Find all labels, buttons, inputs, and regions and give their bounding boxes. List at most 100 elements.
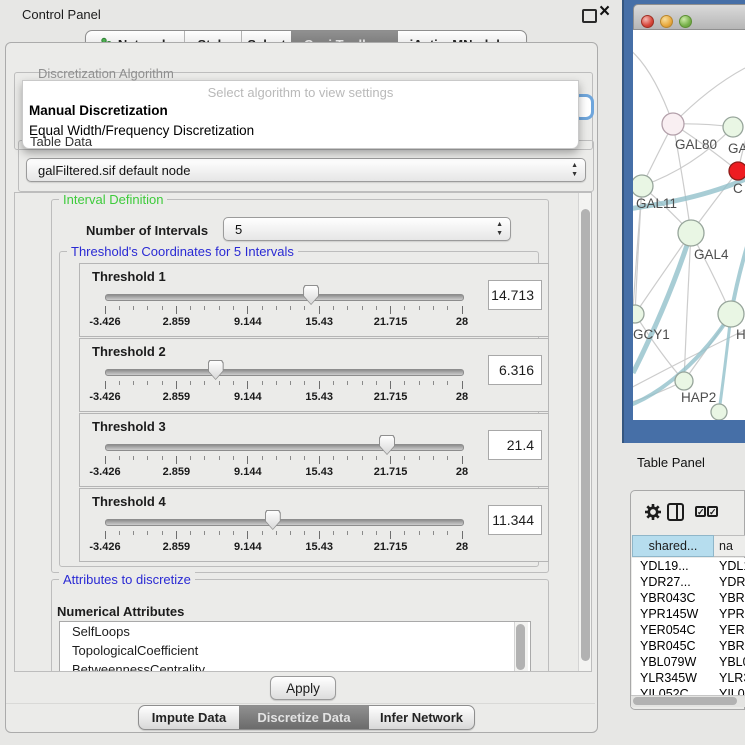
threshold-slider-thumb[interactable] bbox=[208, 360, 224, 380]
threshold-slider-thumb[interactable] bbox=[265, 510, 281, 530]
settings-scrollbar-thumb[interactable] bbox=[581, 209, 590, 661]
combo-stepper-icon: ▲▼ bbox=[571, 161, 578, 179]
network-node[interactable] bbox=[723, 117, 743, 137]
network-node[interactable] bbox=[718, 301, 744, 327]
network-node[interactable] bbox=[662, 113, 684, 135]
name-cell: YDR2 bbox=[719, 574, 745, 590]
tab-discretize-data[interactable]: Discretize Data bbox=[239, 706, 369, 729]
numerical-attribute-item[interactable]: SelfLoops bbox=[60, 622, 530, 641]
slider-ticks bbox=[105, 306, 462, 315]
thresholds-group-title: Threshold's Coordinates for 5 Intervals bbox=[67, 244, 298, 259]
algorithm-option[interactable]: Manual Discretization bbox=[29, 103, 168, 118]
name-cell: YER0 bbox=[719, 622, 745, 638]
float-window-icon[interactable] bbox=[582, 9, 597, 23]
threshold-slider-track[interactable] bbox=[105, 294, 464, 301]
shared-name-cell: YDR27... bbox=[640, 574, 691, 590]
numerical-attribute-item[interactable]: TopologicalCoefficient bbox=[60, 641, 530, 660]
name-cell: YBR0 bbox=[719, 590, 745, 606]
table-row[interactable]: YLR345WYLR3 bbox=[632, 670, 745, 686]
network-node[interactable] bbox=[633, 305, 644, 323]
table-data-group-title: Table Data bbox=[26, 134, 96, 149]
network-edge[interactable] bbox=[633, 186, 642, 410]
table-data-combo[interactable]: galFiltered.sif default node ▲▼ bbox=[26, 158, 586, 182]
split-columns-icon[interactable] bbox=[667, 503, 684, 521]
name-cell: YBL0 bbox=[719, 654, 745, 670]
table-hscrollbar-thumb[interactable] bbox=[633, 697, 737, 705]
network-edge[interactable] bbox=[635, 314, 684, 381]
number-of-intervals-combo[interactable]: 5 ▲▼ bbox=[223, 217, 511, 241]
threshold-box: Threshold 3-3.4262.8599.14415.4321.71528… bbox=[79, 413, 549, 487]
attributes-list-scrollbar-thumb[interactable] bbox=[516, 624, 525, 670]
number-of-intervals-value: 5 bbox=[235, 222, 242, 237]
threshold-slider-thumb[interactable] bbox=[379, 435, 395, 455]
close-traffic-light[interactable] bbox=[641, 15, 654, 28]
tab-label: Infer Network bbox=[380, 710, 463, 725]
name-cell: YBR0 bbox=[719, 638, 745, 654]
network-edge[interactable] bbox=[673, 68, 745, 124]
shared-name-cell: YBR045C bbox=[640, 638, 696, 654]
table-row[interactable]: YPR145WYPR1 bbox=[632, 606, 745, 622]
threshold-box: Threshold 4-3.4262.8599.14415.4321.71528… bbox=[79, 488, 549, 562]
threshold-slider-thumb[interactable] bbox=[303, 285, 319, 305]
table-row[interactable]: YBR043CYBR0 bbox=[632, 590, 745, 606]
screen: Control Panel × NetworkStyleSelectCyni T… bbox=[0, 0, 745, 745]
column-header-name[interactable]: na bbox=[714, 535, 745, 557]
checkbox-checked-icon[interactable]: ✓ bbox=[695, 506, 706, 517]
close-icon[interactable]: × bbox=[599, 1, 610, 23]
settings-scroll-container: Interval Definition Number of Intervals … bbox=[14, 192, 592, 672]
algorithm-dropdown-popup: Select algorithm to view settings Manual… bbox=[22, 80, 579, 149]
network-edge-highlighted[interactable] bbox=[633, 233, 691, 373]
threshold-box: Threshold 1-3.4262.8599.14415.4321.71528… bbox=[79, 263, 549, 337]
checkbox-checked-icon-2[interactable]: ✓ bbox=[707, 506, 718, 517]
tab-infer-network[interactable]: Infer Network bbox=[369, 706, 474, 729]
network-node[interactable] bbox=[633, 175, 653, 197]
threshold-value-field[interactable]: 21.4 bbox=[488, 430, 542, 460]
network-node-label: C bbox=[733, 181, 743, 196]
column-header-shared[interactable]: shared... bbox=[632, 535, 714, 557]
threshold-slider-track[interactable] bbox=[105, 369, 464, 376]
table-row[interactable]: YER054CYER0 bbox=[632, 622, 745, 638]
threshold-value-field[interactable]: 11.344 bbox=[488, 505, 542, 535]
slider-scale-labels: -3.4262.8599.14415.4321.71528 bbox=[105, 541, 462, 553]
shared-name-cell: YBL079W bbox=[640, 654, 696, 670]
table-row[interactable]: YBR045C YBR0 bbox=[632, 638, 745, 654]
table-row[interactable]: YDR27... YDR2 bbox=[632, 574, 745, 590]
threshold-label: Threshold 2 bbox=[92, 344, 166, 359]
slider-scale-labels: -3.4262.8599.14415.4321.71528 bbox=[105, 391, 462, 403]
name-cell: YDL1 bbox=[719, 558, 745, 574]
slider-ticks bbox=[105, 531, 462, 540]
shared-name-cell: YDL19... bbox=[640, 558, 689, 574]
gear-icon[interactable] bbox=[644, 503, 662, 521]
network-node-label: H bbox=[736, 327, 745, 342]
table-data-combo-value: galFiltered.sif default node bbox=[38, 163, 190, 178]
slider-ticks bbox=[105, 456, 462, 465]
network-node[interactable] bbox=[711, 404, 727, 420]
threshold-slider-track[interactable] bbox=[105, 444, 464, 451]
minimize-traffic-light[interactable] bbox=[660, 15, 673, 28]
network-window-titlebar[interactable] bbox=[633, 4, 745, 30]
apply-button[interactable]: Apply bbox=[270, 676, 336, 700]
network-node-label: GAL80 bbox=[675, 137, 717, 152]
name-cell: YLR3 bbox=[719, 670, 745, 686]
tab-label: Impute Data bbox=[152, 710, 226, 725]
algorithm-popup-hint: Select algorithm to view settings bbox=[23, 85, 578, 100]
threshold-value-field[interactable]: 14.713 bbox=[488, 280, 542, 310]
network-node[interactable] bbox=[678, 220, 704, 246]
numerical-attributes-list: SelfLoopsTopologicalCoefficientBetweenne… bbox=[59, 621, 531, 672]
numerical-attribute-item[interactable]: BetweennessCentrality bbox=[60, 660, 530, 672]
threshold-value-field[interactable]: 6.316 bbox=[488, 355, 542, 385]
threshold-label: Threshold 3 bbox=[92, 419, 166, 434]
tab-label: Discretize Data bbox=[257, 710, 350, 725]
network-canvas[interactable]: GAL80GACGAL11GAL4GCY1HHAP2 bbox=[633, 30, 745, 420]
zoom-traffic-light[interactable] bbox=[679, 15, 692, 28]
threshold-slider-track[interactable] bbox=[105, 519, 464, 526]
name-cell: YPR1 bbox=[719, 606, 745, 622]
network-edge[interactable] bbox=[633, 48, 673, 124]
panel-bottom-divider bbox=[6, 703, 595, 704]
network-node[interactable] bbox=[729, 162, 745, 180]
tab-impute-data[interactable]: Impute Data bbox=[139, 706, 239, 729]
network-node[interactable] bbox=[675, 372, 693, 390]
table-row[interactable]: YDL19... YDL1 bbox=[632, 558, 745, 574]
table-row[interactable]: YBL079W YBL0 bbox=[632, 654, 745, 670]
bottom-tab-bar: Impute Data Discretize Data Infer Network bbox=[138, 705, 475, 730]
